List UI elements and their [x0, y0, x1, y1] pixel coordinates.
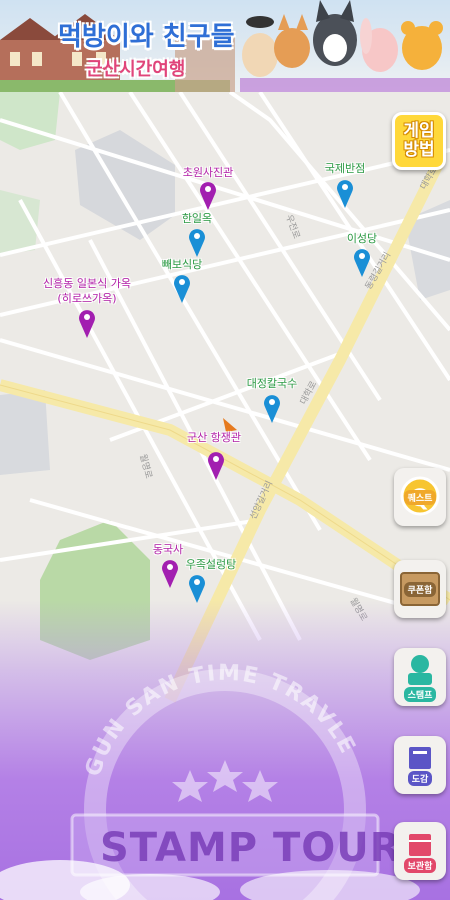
storage-button[interactable]: 보관함 — [394, 822, 446, 880]
map-pin-icon[interactable] — [188, 573, 206, 603]
app-title: 먹방이와 친구들 — [58, 22, 235, 52]
stamp-label: 스탬프 — [403, 686, 437, 702]
pin-label: 대정칼국수 — [246, 377, 298, 390]
map-pin-icon[interactable] — [353, 247, 371, 277]
pin-label: 국제반점 — [324, 162, 366, 175]
book-icon — [409, 746, 431, 769]
map-pin-icon[interactable] — [263, 393, 281, 423]
svg-text:GUN SAN TIME TRAVLE: GUN SAN TIME TRAVLE — [81, 661, 361, 780]
stamp-arc-text: GUN SAN TIME TRAVLE — [81, 661, 359, 780]
quest-label: 퀘스트 — [403, 490, 437, 505]
pin-label: 군산 항쟁관 — [186, 431, 242, 444]
map-pin-icon[interactable] — [78, 308, 96, 338]
storage-box-icon — [409, 833, 431, 856]
coupon-label: 쿠폰함 — [403, 582, 437, 597]
map-pin-icon[interactable] — [199, 180, 217, 210]
game-rules-button[interactable]: 게임 방법 — [392, 112, 446, 170]
map-pin-icon[interactable] — [336, 178, 354, 208]
game-rules-label-2: 방법 — [403, 140, 435, 160]
pin-label: 신흥동 일본식 가옥 — [43, 277, 131, 290]
coupon-button[interactable]: 쿠폰함 — [394, 560, 446, 618]
app-header: 먹방이와 친구들 군산시간여행 — [0, 0, 450, 92]
quest-button[interactable]: Q 퀘스트 — [394, 468, 446, 526]
pin-label: 초원사진관 — [182, 166, 234, 179]
guide-button[interactable]: 도감 — [394, 736, 446, 794]
map-pin-icon[interactable] — [161, 558, 179, 588]
stamp-icon — [408, 654, 432, 685]
pin-label: 한일옥 — [181, 212, 213, 225]
pin-label: 우족설렁탕 — [185, 558, 237, 571]
mascot-characters — [240, 0, 450, 92]
guide-label: 도감 — [407, 770, 433, 786]
pin-label: 이성당 — [346, 232, 378, 245]
pin-label: 동국사 — [152, 543, 184, 556]
map-pin-icon[interactable] — [207, 450, 225, 480]
stamp-button[interactable]: 스탬프 — [394, 648, 446, 706]
stamp-tour-title: STAMP TOUR — [100, 825, 402, 871]
app-subtitle: 군산시간여행 — [86, 59, 186, 80]
map-pin-icon[interactable] — [173, 273, 191, 303]
pin-label: 빼보식당 — [161, 258, 203, 271]
game-rules-label-1: 게임 — [403, 121, 435, 141]
map-pin-icon[interactable] — [188, 227, 206, 257]
pin-label-secondary: (히로쓰가옥) — [57, 292, 117, 305]
storage-label: 보관함 — [403, 857, 437, 873]
